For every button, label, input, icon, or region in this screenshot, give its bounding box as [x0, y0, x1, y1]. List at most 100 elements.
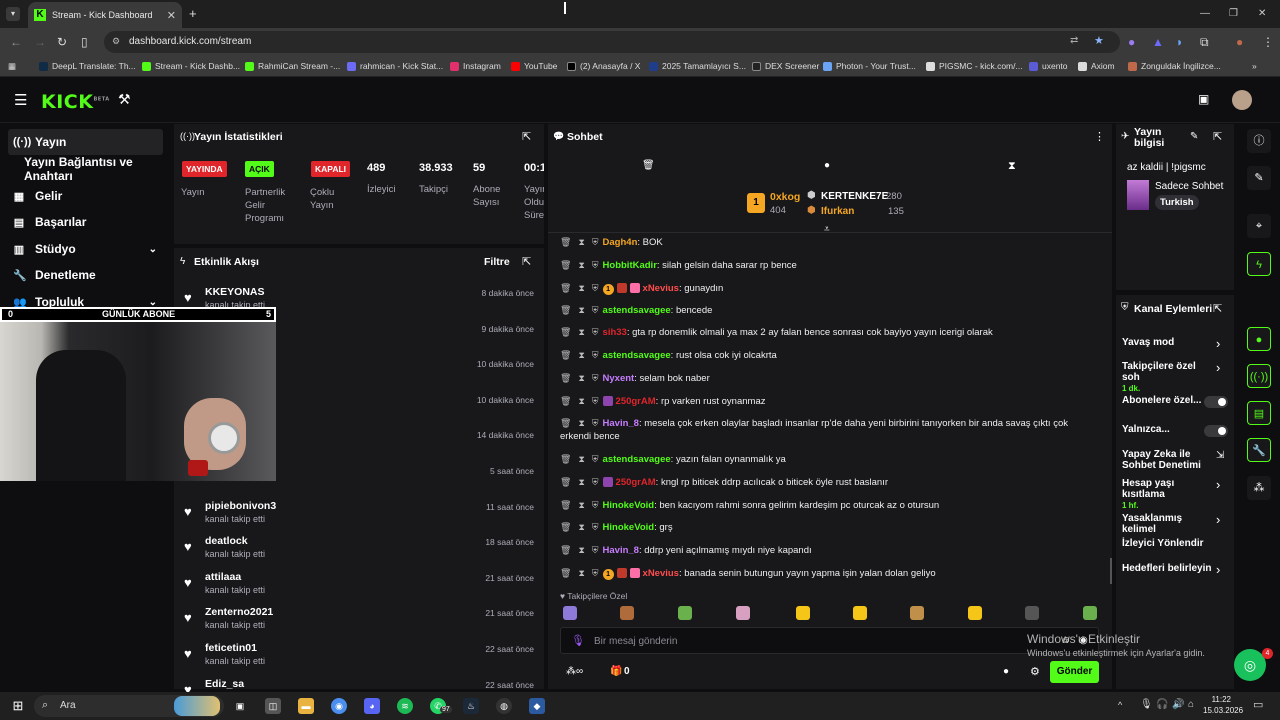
chat-scrollbar[interactable]	[1110, 558, 1112, 584]
notifications-icon[interactable]: ▭	[1253, 698, 1263, 711]
tab-search-icon[interactable]: ▾	[6, 7, 20, 21]
edit-pencil-icon[interactable]: ✎	[1190, 131, 1198, 142]
more-bookmarks-icon[interactable]: »	[1252, 61, 1257, 71]
translate-icon[interactable]: ⇄	[1070, 35, 1078, 46]
bookmark-rahmican-stream[interactable]: RahmiCan Stream -...	[245, 61, 340, 71]
leader-1-name[interactable]: 0xkog	[770, 191, 800, 203]
hammer-icon[interactable]: ⚒	[118, 91, 131, 108]
chat-input[interactable]: 🎙 Bir mesaj gönderin ☺ ◉	[560, 627, 1099, 654]
chat-username[interactable]: Dagh4n	[603, 237, 638, 248]
sidebar-item-denetleme[interactable]: 🔧 Denetleme	[8, 262, 163, 288]
chat-message[interactable]: 🗑 ⧗ ⛨ HinokeVoid: ben kacıyom rahmi sonra g…	[560, 499, 1100, 512]
bookmark-x[interactable]: (2) Anasayfa / X	[567, 61, 640, 71]
bookmark-deepl[interactable]: DeepL Translate: Th...	[39, 61, 136, 71]
channel-action-item[interactable]: Hesap yaşı kısıtlama 1 hf.	[1122, 478, 1214, 511]
menu-dots-icon[interactable]: ⋮	[1262, 35, 1274, 49]
chat-settings-bubble-icon[interactable]: ●	[1003, 666, 1009, 677]
emote-icon[interactable]	[853, 606, 867, 620]
extensions-icon[interactable]: ⧉	[1200, 35, 1209, 50]
chat-username[interactable]: sih33	[603, 327, 627, 338]
wrench-rail-icon[interactable]: 🔧	[1247, 438, 1271, 462]
points-icon[interactable]: ⁂∞	[566, 666, 583, 677]
activity-event[interactable]: ♥ Zenterno2021 kanalı takip etti 21 saat ön…	[184, 605, 536, 641]
forward-icon[interactable]: →	[34, 35, 46, 49]
new-tab-icon[interactable]: +	[189, 6, 197, 21]
bookmark-dex-screener[interactable]: DEX Screener	[752, 61, 819, 71]
sidebar-item-yayin[interactable]: ((·)) Yayın	[8, 129, 163, 155]
emote-icon[interactable]	[796, 606, 810, 620]
delete-message-icon[interactable]: 🗑	[560, 454, 571, 464]
close-window-icon[interactable]: ✕	[1258, 8, 1266, 19]
timeout-icon[interactable]: ⧗	[578, 418, 584, 428]
trash-icon[interactable]: 🗑	[642, 160, 655, 171]
channel-action-item[interactable]: Hedefleri belirleyin	[1122, 563, 1214, 574]
activity-event[interactable]: ♥ feticetin01 kanalı takip etti 22 saat önc…	[184, 641, 536, 677]
chat-message[interactable]: 🗑 ⧗ ⛨ Havin_8: ddrp yeni açılmamış mıydı ni…	[560, 544, 1100, 557]
bookmark-youtube[interactable]: YouTube	[511, 61, 557, 71]
dashboard-rail-icon[interactable]: ▤	[1247, 401, 1271, 425]
activity-event[interactable]: ♥ attilaaa kanalı takip etti 21 saat önce	[184, 570, 536, 606]
network-icon[interactable]: ⌂	[1188, 699, 1194, 710]
emote-icon[interactable]	[1083, 606, 1097, 620]
popout-icon[interactable]: ⇱	[522, 255, 531, 268]
timeout-icon[interactable]: ⧗	[578, 477, 584, 487]
app-2-icon[interactable]: ◆	[529, 698, 545, 714]
timeout-icon[interactable]: ⧗	[578, 373, 584, 383]
back-icon[interactable]: ←	[10, 35, 22, 49]
channel-action-item[interactable]: Yavaş mod	[1122, 337, 1214, 348]
pencil-icon[interactable]: ✎	[1247, 166, 1271, 190]
chat-username[interactable]: Nyxent	[603, 373, 635, 384]
chevron-right-icon[interactable]: ›	[1216, 512, 1220, 527]
sidebar-item-gelir[interactable]: ▦ Gelir	[8, 183, 163, 209]
hamburger-menu-icon[interactable]: ☰	[14, 91, 27, 109]
delete-message-icon[interactable]: 🗑	[560, 477, 571, 487]
delete-message-icon[interactable]: 🗑	[560, 396, 571, 406]
channel-action-item[interactable]: Yasaklanmış kelimel	[1122, 513, 1214, 535]
timeout-icon[interactable]: ⧗	[578, 454, 584, 464]
chat-message[interactable]: 🗑 ⧗ ⛨ Havin_8: mesela çok erken olaylar baş…	[560, 417, 1100, 443]
toggle-switch[interactable]	[1204, 396, 1228, 408]
activity-event[interactable]: ♥ deatlock kanalı takip etti 18 saat önce	[184, 534, 536, 570]
chat-message[interactable]: 🗑 ⧗ ⛨ astendsavagee: bencede	[560, 304, 1100, 317]
extension-3-icon[interactable]: ◗	[1176, 35, 1183, 49]
bookmark-kick-stats[interactable]: rahmican - Kick Stat...	[347, 61, 443, 71]
chat-username[interactable]: HinokeVoid	[603, 500, 655, 511]
split-view-icon[interactable]: ▯	[81, 35, 88, 49]
delete-message-icon[interactable]: 🗑	[560, 568, 571, 578]
dashboard-switch-icon[interactable]: ▣	[1198, 92, 1209, 106]
chat-message[interactable]: 🗑 ⧗ ⛨ 1 xNevius: banada senin butungun yayın…	[560, 567, 1100, 580]
leader-3-name[interactable]: Ifurkan	[821, 206, 854, 217]
channel-action-item[interactable]: Yalnızca...	[1122, 424, 1214, 435]
obs-icon[interactable]: ◍	[496, 698, 512, 714]
bookmark-axiom[interactable]: Axiom	[1078, 61, 1115, 71]
emote-icon[interactable]	[678, 606, 692, 620]
chat-message[interactable]: 🗑 ⧗ ⛨ 250grAM: kngl rp biticek ddrp acılıca…	[560, 476, 1100, 489]
send-button[interactable]: Gönder	[1050, 661, 1099, 683]
url-input[interactable]: ⚙ dashboard.kick.com/stream ⇄ ★	[104, 31, 1120, 53]
emote-icon[interactable]	[563, 606, 577, 620]
gift-icon[interactable]: 🎁	[610, 666, 622, 677]
timeout-icon[interactable]: ⧗	[578, 396, 584, 406]
chat-message[interactable]: 🗑 ⧗ ⛨ astendsavagee: rust olsa cok iyi olca…	[560, 349, 1100, 362]
timeout-icon[interactable]: ⧗	[578, 350, 584, 360]
settings-gear-icon[interactable]: ⚙	[1030, 665, 1040, 678]
community-rail-icon[interactable]: ⁂	[1247, 476, 1271, 500]
bookmark-instagram[interactable]: Instagram	[450, 61, 501, 71]
extension-2-icon[interactable]: ▲	[1152, 35, 1164, 49]
delete-message-icon[interactable]: 🗑	[560, 283, 571, 293]
delete-message-icon[interactable]: 🗑	[560, 418, 571, 428]
bookmark-star-icon[interactable]: ★	[1094, 34, 1104, 47]
reload-icon[interactable]: ↻	[57, 35, 67, 49]
camera-focus-icon[interactable]: ⌖	[1247, 214, 1271, 238]
chat-rail-icon[interactable]: ●	[1247, 327, 1271, 351]
chat-username[interactable]: astendsavagee	[603, 350, 671, 361]
headset-tray-icon[interactable]: 🎧	[1156, 699, 1168, 710]
discord-icon[interactable]: ◕	[364, 698, 380, 714]
chat-message[interactable]: 🗑 ⧗ ⛨ 1 xNevius: gunaydın	[560, 282, 1100, 295]
emote-icon[interactable]	[910, 606, 924, 620]
kick-logo[interactable]: KICKBETA	[41, 91, 110, 113]
popout-icon[interactable]: ⇱	[522, 130, 531, 143]
emote-icon[interactable]	[968, 606, 982, 620]
chat-bubble-icon[interactable]: ●	[824, 160, 830, 171]
timeout-icon[interactable]: ⧗	[578, 305, 584, 315]
